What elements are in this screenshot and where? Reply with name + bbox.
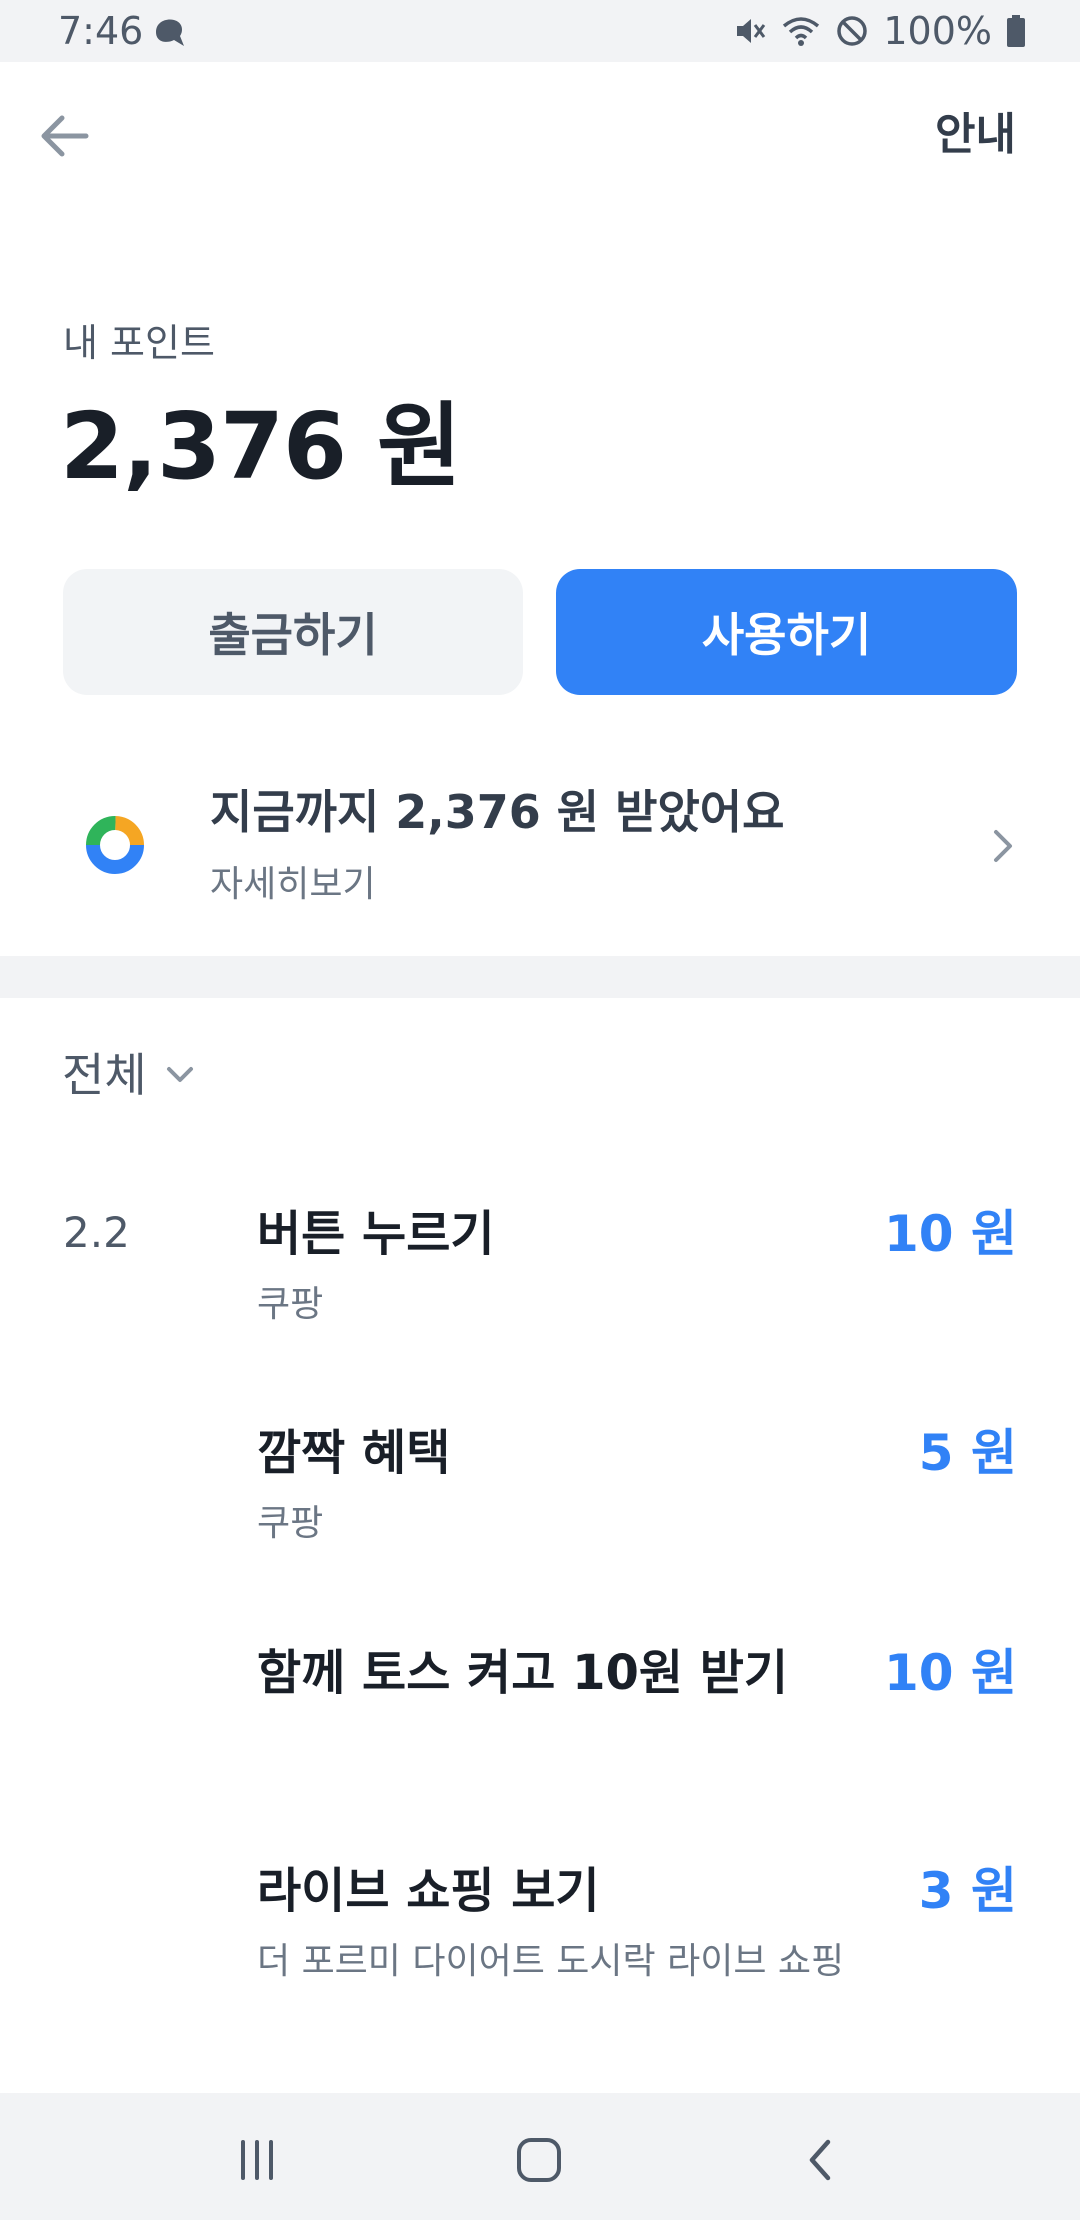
donut-chart-icon (85, 815, 145, 875)
home-button[interactable] (479, 2120, 599, 2200)
status-time: 7:46 (58, 9, 144, 53)
item-subtitle: 쿠팡 (257, 1503, 324, 1544)
home-icon (517, 2138, 561, 2182)
item-amount: 3 원 (918, 1862, 1017, 1920)
item-title: 라이브 쇼핑 보기 (257, 1863, 600, 1919)
item-amount: 10 원 (884, 1644, 1017, 1702)
info-link[interactable]: 안내 (935, 108, 1016, 162)
item-amount: 5 원 (918, 1424, 1017, 1482)
points-label: 내 포인트 (63, 321, 215, 365)
arrow-left-icon (41, 115, 89, 157)
status-icons: 100% (733, 8, 1026, 54)
chevron-down-icon (166, 1067, 193, 1082)
earned-subtitle: 자세히보기 (210, 864, 376, 905)
item-subtitle: 더 포르미 다이어트 도시락 라이브 쇼핑 (257, 1941, 845, 1982)
battery-icon (1006, 14, 1026, 48)
item-subtitle: 쿠팡 (257, 1284, 324, 1325)
wifi-icon (781, 14, 821, 48)
item-title: 깜짝 혜택 (257, 1425, 451, 1481)
withdraw-button[interactable]: 출금하기 (63, 569, 523, 695)
back-button[interactable] (32, 104, 96, 168)
filter-dropdown[interactable]: 전체 (62, 1045, 195, 1105)
battery-text: 100% (883, 9, 992, 53)
filter-label: 전체 (62, 1048, 147, 1102)
mute-icon (733, 14, 767, 48)
item-title: 버튼 누르기 (257, 1206, 495, 1262)
chevron-left-icon (809, 2139, 831, 2181)
item-amount: 10 원 (884, 1205, 1017, 1263)
recent-apps-icon (241, 2140, 273, 2180)
recent-apps-button[interactable] (197, 2120, 317, 2200)
earned-title: 지금까지 2,376 원 받았어요 (210, 785, 785, 839)
chevron-right-icon (988, 826, 1018, 866)
notification-icon (148, 14, 188, 54)
do-not-disturb-icon (835, 14, 869, 48)
section-divider (0, 956, 1080, 998)
use-button[interactable]: 사용하기 (556, 569, 1017, 695)
points-value: 2,376 원 (60, 393, 462, 500)
item-title: 함께 토스 켜고 10원 받기 (257, 1645, 789, 1701)
back-nav-button[interactable] (760, 2120, 880, 2200)
